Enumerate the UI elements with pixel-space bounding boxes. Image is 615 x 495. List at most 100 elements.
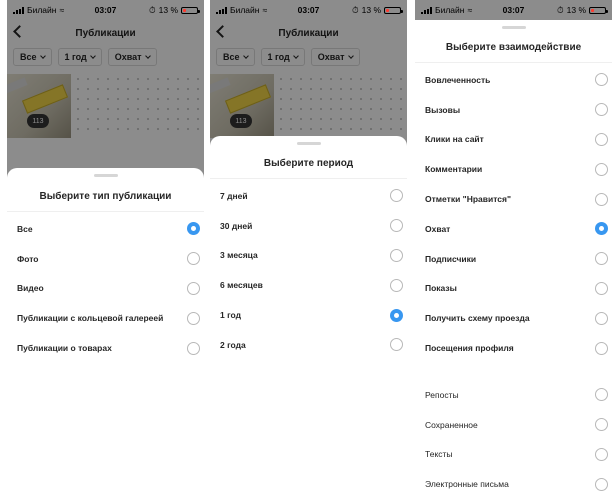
screen-interaction: Билайн ≈ 03:07 ⏱ 13 % Выберите взаимодей… bbox=[415, 0, 612, 495]
screen-publication-type: Билайн ≈ 03:07 ⏱ 13 % Публикации Все 1 г… bbox=[7, 0, 204, 495]
radio-empty-icon[interactable] bbox=[595, 132, 608, 146]
option-item[interactable]: Получить схему проезда bbox=[415, 303, 612, 333]
drag-handle[interactable] bbox=[93, 174, 118, 177]
wifi-icon: ≈ bbox=[262, 5, 268, 15]
battery-label: 13 % bbox=[566, 5, 586, 15]
options-list: Все Фото Видео Публикации с кольцевой галер… bbox=[7, 214, 204, 363]
radio-empty-icon[interactable] bbox=[390, 338, 403, 352]
carrier-label: Билайн bbox=[230, 5, 260, 15]
option-label: Вызовы bbox=[425, 104, 461, 115]
option-label: Видео bbox=[17, 283, 44, 294]
option-item[interactable]: Подписчики bbox=[415, 244, 612, 274]
battery-icon bbox=[181, 6, 200, 14]
option-label: Публикации с кольцевой галереей bbox=[17, 313, 164, 324]
status-bar: Билайн ≈ 03:07 ⏱ 13 % bbox=[210, 0, 407, 20]
radio-empty-icon[interactable] bbox=[595, 162, 608, 176]
option-label: Отметки "Нравится" bbox=[425, 194, 511, 205]
radio-empty-icon[interactable] bbox=[187, 281, 200, 295]
radio-empty-icon[interactable] bbox=[187, 252, 200, 266]
radio-empty-icon[interactable] bbox=[595, 418, 608, 432]
options-list-more: Репосты Сохраненное Тексты Электронные пись… bbox=[415, 380, 612, 495]
option-item[interactable]: Тексты bbox=[415, 440, 612, 470]
radio-empty-icon[interactable] bbox=[595, 281, 608, 295]
options-list: Вовлеченность Вызовы Клики на сайт Коммента… bbox=[415, 65, 612, 363]
option-item[interactable]: 30 дней bbox=[210, 211, 407, 241]
radio-empty-icon[interactable] bbox=[187, 341, 200, 355]
option-label: Вовлеченность bbox=[425, 74, 491, 85]
alarm-icon: ⏱ bbox=[351, 4, 359, 15]
option-label: Охват bbox=[425, 223, 451, 234]
screen-period: Билайн ≈ 03:07 ⏱ 13 % Публикации Все 1 г… bbox=[210, 0, 407, 495]
bottom-sheet-period: Выберите период 7 дней 30 дней 3 месяца 6 м… bbox=[210, 136, 407, 495]
option-item[interactable]: Репосты bbox=[415, 380, 612, 410]
option-label: Клики на сайт bbox=[425, 134, 484, 145]
option-item[interactable]: Комментарии bbox=[415, 154, 612, 184]
option-label: Комментарии bbox=[425, 164, 483, 175]
radio-empty-icon[interactable] bbox=[595, 388, 608, 402]
option-item[interactable]: Публикации с кольцевой галереей bbox=[7, 303, 204, 333]
option-item[interactable]: Видео bbox=[7, 274, 204, 304]
carrier-label: Билайн bbox=[27, 5, 57, 15]
option-label: Посещения профиля bbox=[425, 343, 514, 354]
option-item[interactable]: Вызовы bbox=[415, 95, 612, 125]
option-item[interactable]: Посещения профиля bbox=[415, 333, 612, 363]
option-item[interactable]: Вовлеченность bbox=[415, 65, 612, 95]
radio-selected-icon[interactable] bbox=[390, 308, 403, 322]
option-item[interactable]: 2 года bbox=[210, 330, 407, 360]
radio-empty-icon[interactable] bbox=[595, 192, 608, 206]
option-label: 7 дней bbox=[220, 190, 248, 201]
option-item[interactable]: Все bbox=[7, 214, 204, 244]
radio-empty-icon[interactable] bbox=[595, 311, 608, 325]
option-label: Сохраненное bbox=[425, 419, 478, 430]
option-item[interactable]: Фото bbox=[7, 244, 204, 274]
option-item[interactable]: 1 год bbox=[210, 300, 407, 330]
radio-empty-icon[interactable] bbox=[595, 73, 608, 87]
option-item[interactable]: Электронные письма bbox=[415, 469, 612, 495]
radio-empty-icon[interactable] bbox=[390, 189, 403, 203]
option-item[interactable]: 3 месяца bbox=[210, 241, 407, 271]
option-label: Подписчики bbox=[425, 253, 477, 264]
radio-empty-icon[interactable] bbox=[595, 447, 608, 461]
sheet-title: Выберите взаимодействие bbox=[445, 42, 582, 53]
radio-empty-icon[interactable] bbox=[390, 278, 403, 292]
radio-empty-icon[interactable] bbox=[595, 341, 608, 355]
option-label: Репосты bbox=[425, 389, 459, 400]
bottom-sheet-publication-type: Выберите тип публикации Все Фото Видео Публ… bbox=[7, 168, 204, 495]
radio-empty-icon[interactable] bbox=[187, 311, 200, 325]
option-label: 30 дней bbox=[220, 220, 253, 231]
drag-handle[interactable] bbox=[501, 26, 526, 29]
battery-label: 13 % bbox=[158, 5, 178, 15]
option-label: 6 месяцев bbox=[220, 280, 263, 291]
radio-empty-icon[interactable] bbox=[595, 477, 608, 491]
option-label: 2 года bbox=[220, 339, 246, 350]
radio-selected-icon[interactable] bbox=[595, 222, 608, 236]
bottom-sheet-interaction: Выберите взаимодействие Вовлеченность Выз… bbox=[415, 20, 612, 495]
options-list: 7 дней 30 дней 3 месяца 6 месяцев 1 год 2 год… bbox=[210, 181, 407, 360]
option-item[interactable]: 6 месяцев bbox=[210, 270, 407, 300]
option-item[interactable]: Отметки "Нравится" bbox=[415, 184, 612, 214]
option-label: Показы bbox=[425, 283, 457, 294]
signal-icon bbox=[13, 6, 24, 14]
alarm-icon: ⏱ bbox=[148, 4, 156, 15]
radio-selected-icon[interactable] bbox=[187, 222, 200, 236]
radio-empty-icon[interactable] bbox=[390, 219, 403, 233]
option-label: 1 год bbox=[220, 310, 241, 321]
option-item[interactable]: 7 дней bbox=[210, 181, 407, 211]
wifi-icon: ≈ bbox=[467, 5, 473, 15]
sheet-title: Выберите период bbox=[263, 158, 354, 169]
battery-icon bbox=[589, 6, 608, 14]
option-label: Публикации о товарах bbox=[17, 343, 112, 354]
radio-empty-icon[interactable] bbox=[595, 103, 608, 117]
option-item[interactable]: Публикации о товарах bbox=[7, 333, 204, 363]
option-item[interactable]: Охват bbox=[415, 214, 612, 244]
option-label: Электронные письма bbox=[425, 479, 509, 490]
carrier-label: Билайн bbox=[435, 5, 465, 15]
signal-icon bbox=[421, 6, 432, 14]
status-bar: Билайн ≈ 03:07 ⏱ 13 % bbox=[415, 0, 612, 20]
option-item[interactable]: Клики на сайт bbox=[415, 125, 612, 155]
option-item[interactable]: Сохраненное bbox=[415, 410, 612, 440]
drag-handle[interactable] bbox=[296, 142, 321, 145]
radio-empty-icon[interactable] bbox=[390, 248, 403, 262]
option-item[interactable]: Показы bbox=[415, 274, 612, 304]
radio-empty-icon[interactable] bbox=[595, 252, 608, 266]
